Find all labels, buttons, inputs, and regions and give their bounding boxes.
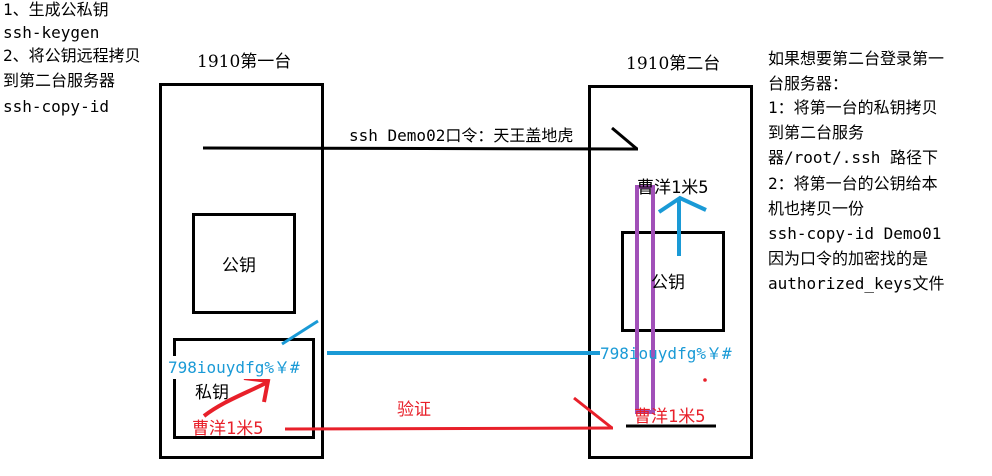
ssh-command-arrowhead <box>611 126 638 151</box>
right-note-line-4: 到第二台服务 <box>768 123 865 142</box>
right-note-line-1: 如果想要第二台登录第一 <box>768 49 945 68</box>
server1-private-key-label: 私钥 <box>195 383 229 403</box>
ssh-command-text: ssh Demo02口令：天王盖地虎 <box>349 126 574 145</box>
right-note-line-9: 因为口令的加密找的是 <box>768 249 929 268</box>
right-note-line-2: 台服务器： <box>768 74 849 93</box>
red-dot <box>703 378 707 382</box>
server2-key-string: 798iouydfg%￥# <box>600 344 732 363</box>
key-blue-slash <box>281 319 319 346</box>
purple-highlight-rect <box>635 185 655 414</box>
verify-arrowhead <box>573 396 613 430</box>
right-note-line-6: 2：将第一台的公钥给本 <box>768 174 938 193</box>
right-note-line-3: 1：将第一台的私钥拷贝 <box>768 98 938 117</box>
right-note-line-8: ssh-copy-id Demo01 <box>768 224 942 243</box>
right-note-line-5: 器/root/.ssh 路径下 <box>768 148 938 167</box>
server1-key-string: 798iouydfg%￥# <box>168 356 300 379</box>
server1-public-key-label: 公钥 <box>222 256 256 276</box>
verify-label: 验证 <box>397 400 431 420</box>
server2-public-key-label: 公钥 <box>651 273 685 293</box>
right-note-line-10: authorized_keys文件 <box>768 274 945 293</box>
verify-arrow-line <box>284 426 614 431</box>
server1-verify-text: 曹洋1米5 <box>192 419 264 439</box>
blue-up-arrowhead <box>657 195 707 214</box>
server2-bottom-text: 曹洋1米5 <box>634 407 706 427</box>
server2-top-text: 曹洋1米5 <box>637 178 709 198</box>
right-note-line-7: 机也拷贝一份 <box>768 199 865 218</box>
ssh-command-arrow-line <box>202 146 639 151</box>
